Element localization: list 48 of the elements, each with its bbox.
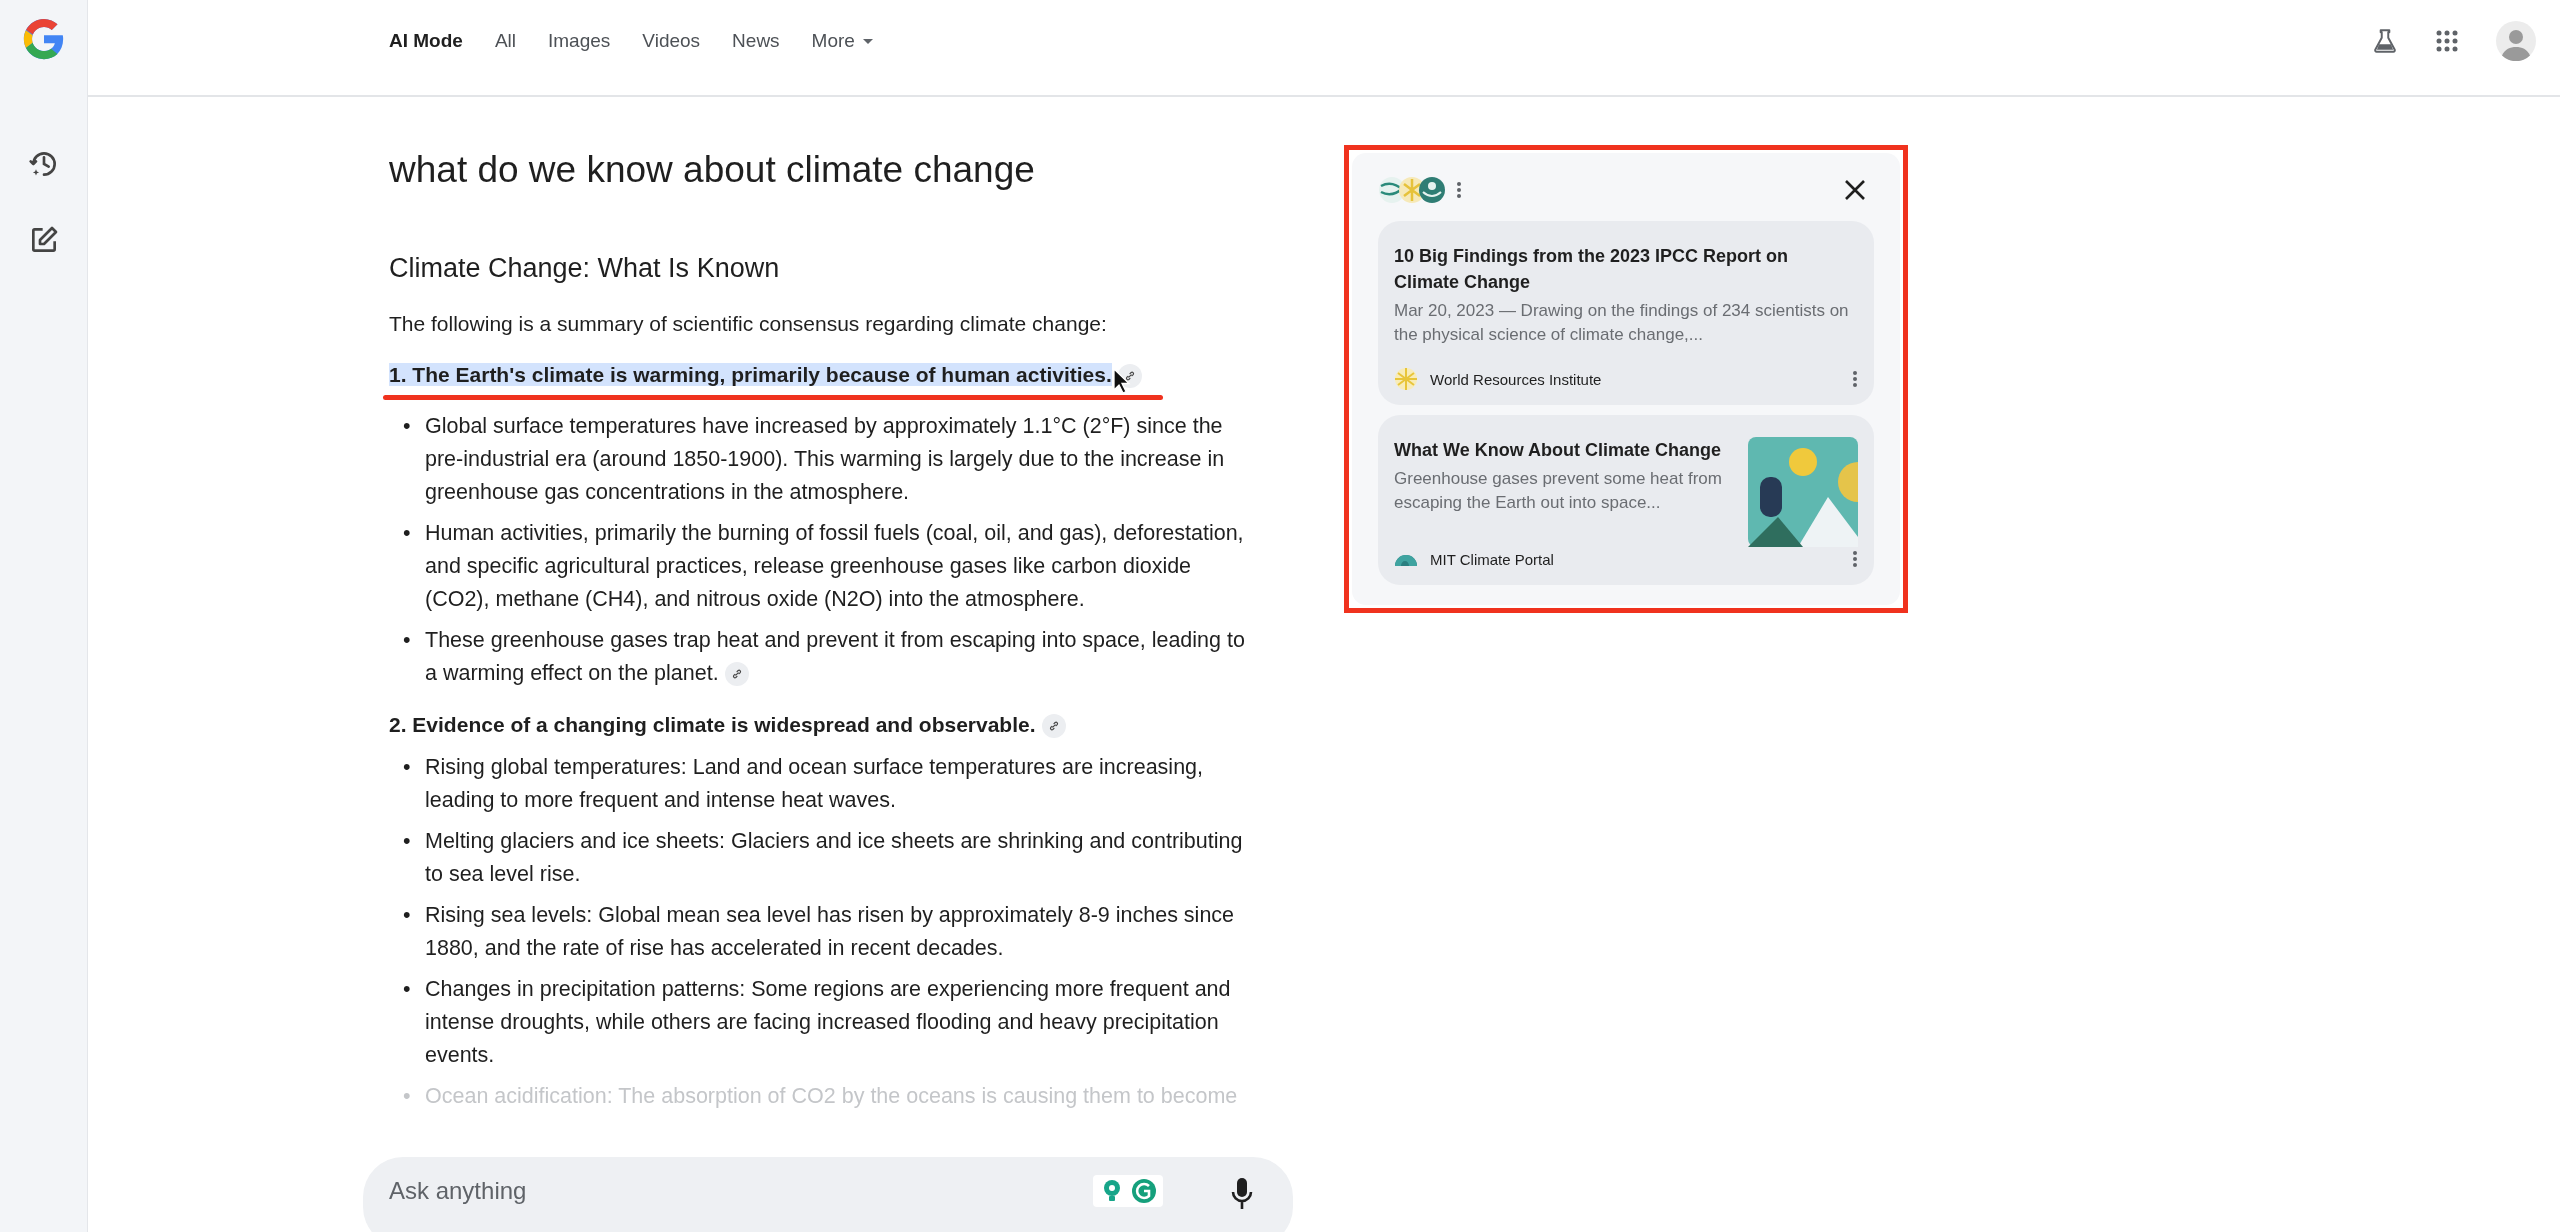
source-title: What We Know About Climate Change (1394, 439, 1722, 462)
apps-grid-icon[interactable] (2436, 30, 2458, 52)
nav-tab[interactable]: All (494, 30, 516, 52)
bullet-text: These greenhouse gases trap heat and prevent it from escaping into space, leading to a warming effect on the planet. (425, 628, 1245, 685)
nav-tab[interactable]: AI Mode (389, 30, 463, 52)
bullet-marker: • (402, 520, 412, 547)
bullet-text: Melting glaciers and ice sheets: Glaciers and ice sheets are shrinking and contributing to sea level rise. (425, 829, 1243, 886)
bullet-marker: • (402, 828, 412, 855)
source-logos-icon (1378, 176, 1448, 204)
bullet-marker: • (402, 413, 412, 440)
bullet-marker: • (402, 754, 412, 781)
bullet-text: Human activities, primarily the burning of fossil fuels (coal, oil, and gas), deforestation, and specific agricultural practices, release greenhouse gases like carbon dioxide (CO2), methane (CH4), and nitrous oxide (N2O) into the atmosphere. (425, 521, 1244, 611)
more-options-icon[interactable] (1852, 369, 1858, 389)
query-title: what do we know about climate change (389, 148, 1036, 192)
nav-tab[interactable]: More (811, 30, 873, 52)
bullet-marker: • (402, 976, 412, 1003)
section-heading: 1. The Earth's climate is warming, primarily because of human activities. (389, 363, 1112, 386)
bullet-text: Global surface temperatures have increased by approximately 1.1°C (2°F) since the pre-industrial era (around 1850-1900). This warming is largely due to the increase in greenhouse gas concentrations in the atmosphere. (425, 414, 1225, 504)
ask-input-field[interactable]: Ask anything (363, 1157, 1293, 1232)
bullet-text: Rising global temperatures: Land and ocean surface temperatures are increasing, leading to more frequent and intense heat waves. (425, 755, 1204, 812)
source-card[interactable]: What We Know About Climate Change Greenhouse gases prevent some heat from escaping the Earth out into space... MIT Climate Portal (1378, 415, 1874, 585)
bullet-text: Changes in precipitation patterns: Some regions are experiencing more frequent and intense droughts, while others are facing increased flooding and heavy precipitation events. (425, 977, 1231, 1067)
section-heading: 2. Evidence of a changing climate is widespread and observable. (389, 713, 1036, 736)
nav-tab[interactable]: Images (548, 30, 611, 52)
cursor-icon (1113, 368, 1131, 394)
source-snippet: Mar 20, 2023 — Drawing on the findings of 234 scientists on the physical science of climate change,... (1394, 300, 1850, 346)
source-card[interactable]: 10 Big Findings from the 2023 IPCC Report on Climate Change Mar 20, 2023 — Drawing on the findings of 234 scientists on the physical science of climate change,... World Resources Institute (1378, 221, 1874, 405)
intro-text: The following is a summary of scientific consensus regarding climate change: (389, 311, 1108, 337)
link-icon[interactable] (724, 662, 749, 687)
source-name: World Resources Institute (1430, 370, 1602, 388)
g-extension-icon[interactable] (1131, 1178, 1157, 1204)
more-options-icon[interactable] (1852, 549, 1858, 569)
more-options-icon[interactable] (1456, 180, 1462, 200)
bullet-marker: • (402, 1083, 412, 1110)
flask-icon[interactable] (2372, 28, 2398, 54)
bullet-marker: • (402, 902, 412, 929)
microphone-icon[interactable] (1231, 1177, 1253, 1211)
bullet-text: Ocean acidification: The absorption of CO2 by the oceans is causing them to become (425, 1084, 1238, 1108)
bullet-text: Rising sea levels: Global mean sea level has risen by approximately 8-9 inches since 1880, and the rate of rise has accelerated in recent decades. (425, 903, 1235, 960)
source-title: 10 Big Findings from the 2023 IPCC Report on Climate Change (1394, 245, 1790, 294)
source-name: MIT Climate Portal (1430, 550, 1554, 568)
nav-tab[interactable]: News (732, 30, 780, 52)
avatar-icon[interactable] (2496, 21, 2536, 61)
nav-tab[interactable]: Videos (642, 30, 701, 52)
source-snippet: Greenhouse gases prevent some heat from escaping the Earth out into space... (1394, 468, 1723, 514)
answer-heading: Climate Change: What Is Known (389, 252, 781, 285)
bullet-marker: • (402, 627, 412, 654)
link-icon[interactable] (1041, 714, 1066, 739)
